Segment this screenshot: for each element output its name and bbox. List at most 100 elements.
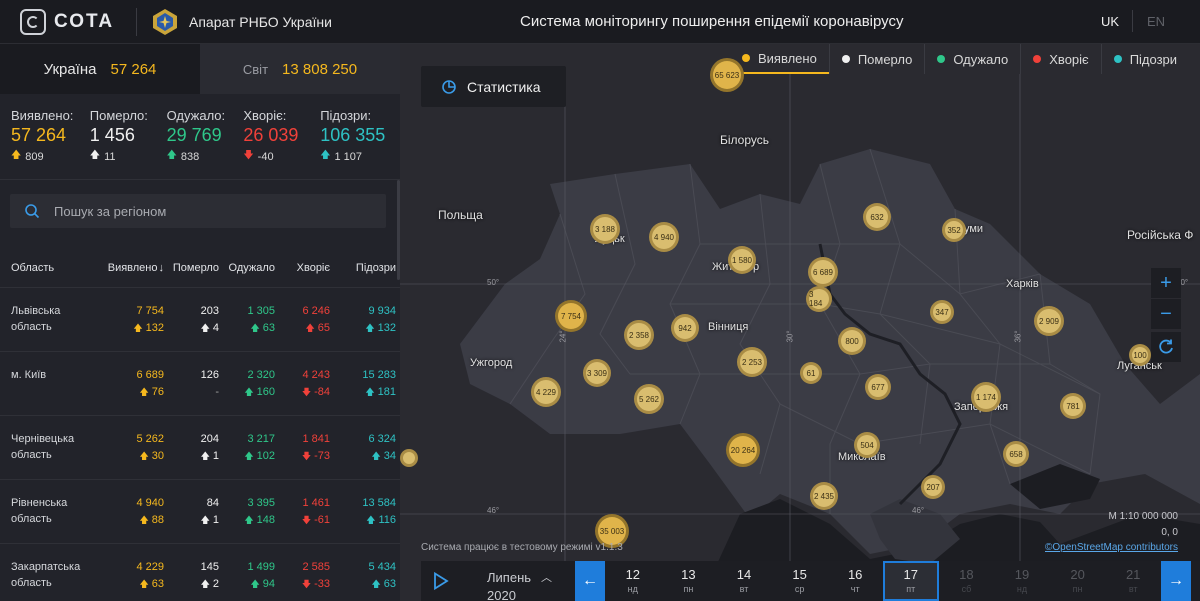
case-cluster[interactable]: 5 262 [634, 384, 664, 414]
arrow-down-icon: 🡇 [301, 579, 312, 589]
col-suspected[interactable]: Підозри [330, 262, 396, 274]
zoom-in-button[interactable]: + [1151, 268, 1181, 298]
col-sick[interactable]: Хворіє [275, 262, 330, 274]
case-cluster[interactable]: 20 264 [726, 433, 760, 467]
lang-en-button[interactable]: EN [1147, 14, 1165, 29]
case-cluster[interactable]: 942 [671, 314, 699, 342]
summary-label: Хворіє: [243, 108, 287, 123]
sick-value: 6 246 [302, 305, 330, 317]
case-cluster[interactable]: 3 184 [806, 286, 832, 312]
case-cluster[interactable]: 100 [1129, 344, 1151, 366]
case-cluster[interactable]: 6 689 [808, 257, 838, 287]
case-cluster[interactable]: 7 754 [555, 300, 587, 332]
lang-uk-button[interactable]: UK [1101, 14, 1119, 29]
case-cluster[interactable]: 1 174 [971, 382, 1001, 412]
day-item[interactable]: 12 нд [605, 561, 661, 601]
zoom-out-button[interactable]: − [1151, 299, 1181, 329]
legend-dot [841, 55, 850, 63]
map-background [400, 44, 1200, 601]
legend-item[interactable]: Одужало [924, 44, 1020, 74]
day-item[interactable]: 15 ср [772, 561, 828, 601]
legend-item[interactable]: Підозри [1100, 44, 1189, 74]
map[interactable]: Статистика Виявлено Померло Одужало Хворіє П… [400, 44, 1200, 601]
refresh-button[interactable] [1151, 332, 1181, 362]
day-item[interactable]: 18 сб [939, 561, 995, 601]
search-box[interactable] [10, 194, 386, 228]
map-label-russia: Російська Ф [1127, 228, 1194, 242]
confirmed-delta: 63 [151, 578, 164, 590]
cursor-coords: 0, 0 [1161, 527, 1178, 538]
summary-value: 106 355 [320, 125, 386, 145]
case-cluster[interactable]: 2 909 [1034, 306, 1064, 336]
table-header: Область Виявлено↓ Померло Одужало Хворіє… [0, 248, 400, 288]
case-cluster[interactable]: 1 580 [728, 246, 756, 274]
day-item[interactable]: 17 пт [882, 561, 939, 601]
case-cluster[interactable]: 3 309 [583, 359, 611, 387]
case-cluster[interactable]: 4 229 [531, 377, 561, 407]
osm-attribution-link[interactable]: ©OpenStreetMap contributors [1045, 542, 1178, 553]
day-weekday: пн [1072, 584, 1083, 594]
case-cluster[interactable]: 352 [942, 218, 966, 242]
day-item[interactable]: 20 пн [1050, 561, 1106, 601]
case-cluster[interactable]: 677 [865, 374, 891, 400]
sick-value: 1 841 [302, 433, 330, 445]
day-number: 18 [959, 567, 974, 582]
sick-delta: 65 [317, 322, 330, 334]
legend-item[interactable]: Померло [828, 44, 925, 74]
statistics-button[interactable]: Статистика [421, 66, 566, 107]
table-row[interactable]: Закарпатська область 4 229 🡅 63 145 🡅 2 1 499 🡅 94… [0, 544, 400, 601]
case-cluster[interactable]: 2 358 [624, 320, 654, 350]
case-cluster[interactable]: 504 [854, 432, 880, 458]
day-item[interactable]: 13 пн [661, 561, 717, 601]
confirmed-value: 4 940 [136, 497, 164, 509]
case-cluster[interactable]: 800 [838, 327, 866, 355]
case-cluster[interactable]: 347 [930, 300, 954, 324]
case-cluster[interactable]: 61 [800, 362, 822, 384]
table-row[interactable]: Чернівецька область 5 262 🡅 30 204 🡅 1 3 217 🡅 102… [0, 416, 400, 480]
case-cluster[interactable]: 65 623 [710, 58, 744, 92]
case-cluster[interactable] [400, 449, 418, 467]
recovered-delta: 94 [262, 578, 275, 590]
case-cluster[interactable]: 2 253 [737, 347, 767, 377]
col-recovered[interactable]: Одужало [219, 262, 276, 274]
col-confirmed-label: Виявлено [107, 261, 158, 274]
month-selector[interactable]: Липень 2020 ︿ [461, 561, 575, 601]
table-row[interactable]: м. Київ 6 689 🡅 76 126-2 320 🡅 160 4 243 🡇 -84 15 … [0, 352, 400, 416]
case-cluster[interactable]: 658 [1003, 441, 1029, 467]
search-input[interactable] [54, 203, 354, 219]
day-number: 21 [1125, 567, 1141, 582]
header-divider [136, 7, 137, 36]
table-row[interactable]: Рівненська область 4 940 🡅 88 84 🡅 1 3 395 🡅 148 1 … [0, 480, 400, 544]
case-cluster[interactable]: 632 [863, 203, 891, 231]
col-region[interactable]: Область [11, 262, 91, 274]
legend-item[interactable]: Хворіє [1020, 44, 1100, 74]
day-item[interactable]: 16 чт [827, 561, 883, 601]
deaths-value: 84 [206, 497, 219, 509]
play-button[interactable] [421, 561, 461, 601]
day-weekday: сб [961, 584, 972, 594]
month-label: Липень [487, 570, 532, 585]
case-cluster[interactable]: 207 [921, 475, 945, 499]
tab-world[interactable]: Світ 13 808 250 [200, 44, 400, 94]
logo[interactable]: СОТА [20, 8, 132, 35]
col-deaths[interactable]: Померло [164, 262, 219, 274]
case-cluster[interactable]: 781 [1060, 393, 1086, 419]
case-cluster[interactable]: 3 188 [590, 214, 620, 244]
region-name-line: область [11, 449, 52, 461]
prev-day-button[interactable]: ← [575, 561, 605, 601]
table-row[interactable]: Львівська область 7 754 🡅 132 203 🡅 4 1 305 🡅 63 6 … [0, 288, 400, 352]
day-number: 12 [625, 567, 641, 582]
day-item[interactable]: 19 нд [994, 561, 1050, 601]
col-confirmed[interactable]: Виявлено↓ [91, 262, 164, 274]
case-cluster[interactable]: 4 940 [649, 222, 679, 252]
next-day-button[interactable]: → [1161, 561, 1191, 601]
day-item[interactable]: 14 вт [716, 561, 772, 601]
suspected-delta: 34 [383, 450, 396, 462]
recovered-value: 2 320 [247, 369, 275, 381]
tab-ukraine[interactable]: Україна 57 264 [0, 44, 200, 94]
day-item[interactable]: 21 вт [1105, 561, 1161, 601]
lat-label: 46° [487, 506, 500, 515]
arrow-up-icon: 🡅 [244, 387, 254, 397]
case-cluster[interactable]: 2 435 [810, 482, 838, 510]
legend-item[interactable]: Виявлено [730, 44, 829, 74]
